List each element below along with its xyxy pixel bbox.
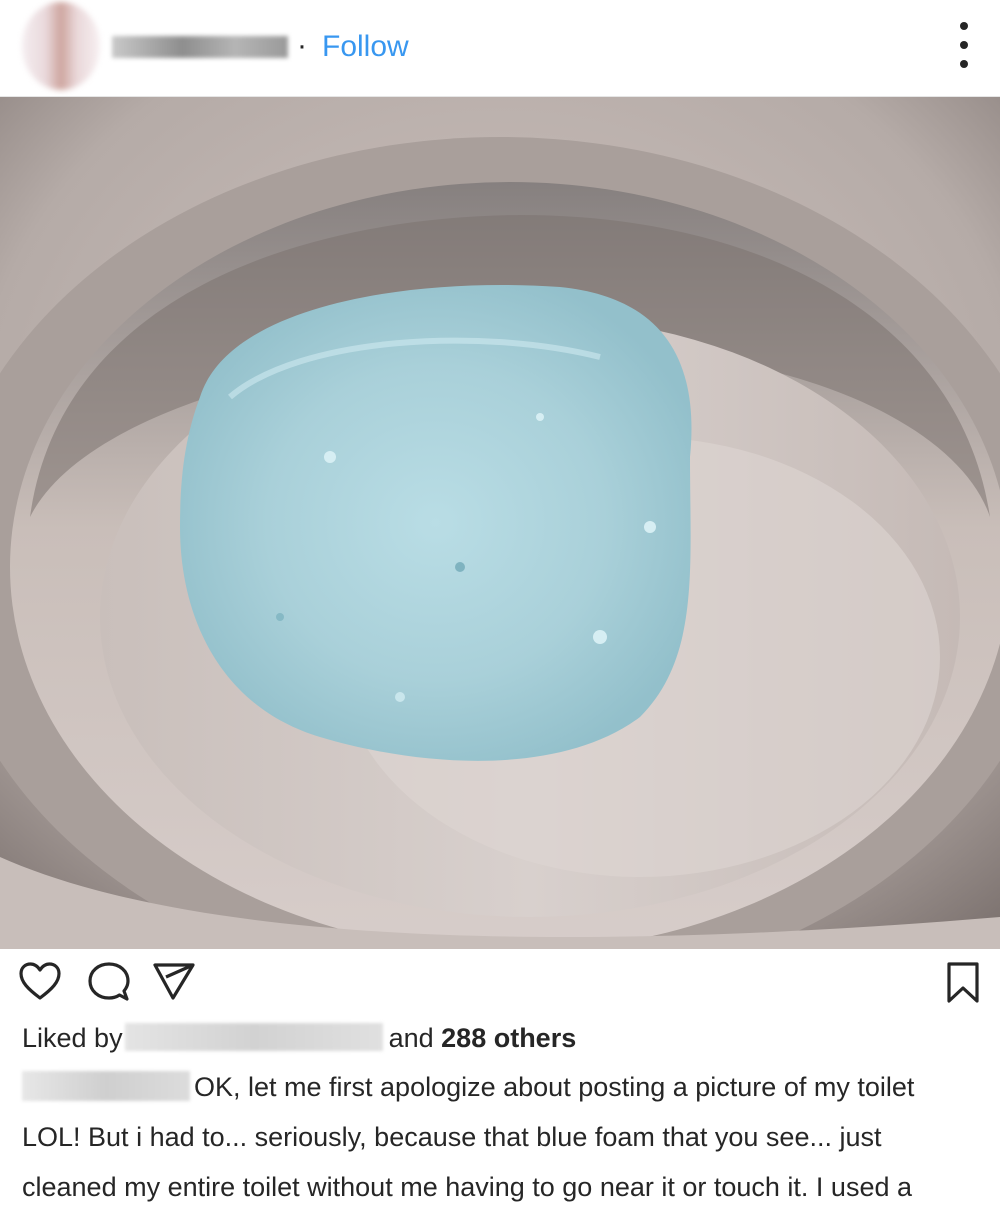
likes-count[interactable]: 288 others: [441, 1023, 576, 1053]
liked-by-prefix: Liked by: [22, 1023, 123, 1053]
heart-icon[interactable]: [18, 961, 62, 1001]
avatar[interactable]: [22, 2, 100, 90]
caption-username-blurred[interactable]: [22, 1071, 190, 1101]
post-actions: [0, 949, 1000, 1019]
liked-by-suffix: and: [388, 1023, 434, 1053]
likes-line: Liked by and 288 others: [22, 1018, 576, 1058]
username-blurred[interactable]: [112, 36, 288, 58]
post-caption: OK, let me first apologize about posting…: [22, 1062, 980, 1212]
bookmark-icon[interactable]: [945, 961, 981, 1005]
more-options-icon[interactable]: [958, 22, 970, 68]
follow-button[interactable]: Follow: [322, 28, 409, 66]
comment-icon[interactable]: [88, 961, 130, 1003]
post-header: · Follow: [0, 0, 1000, 97]
send-icon[interactable]: [152, 961, 196, 1001]
separator-dot: ·: [297, 29, 307, 62]
liker-username-blurred[interactable]: [124, 1023, 383, 1051]
post-photo[interactable]: [0, 97, 1000, 949]
